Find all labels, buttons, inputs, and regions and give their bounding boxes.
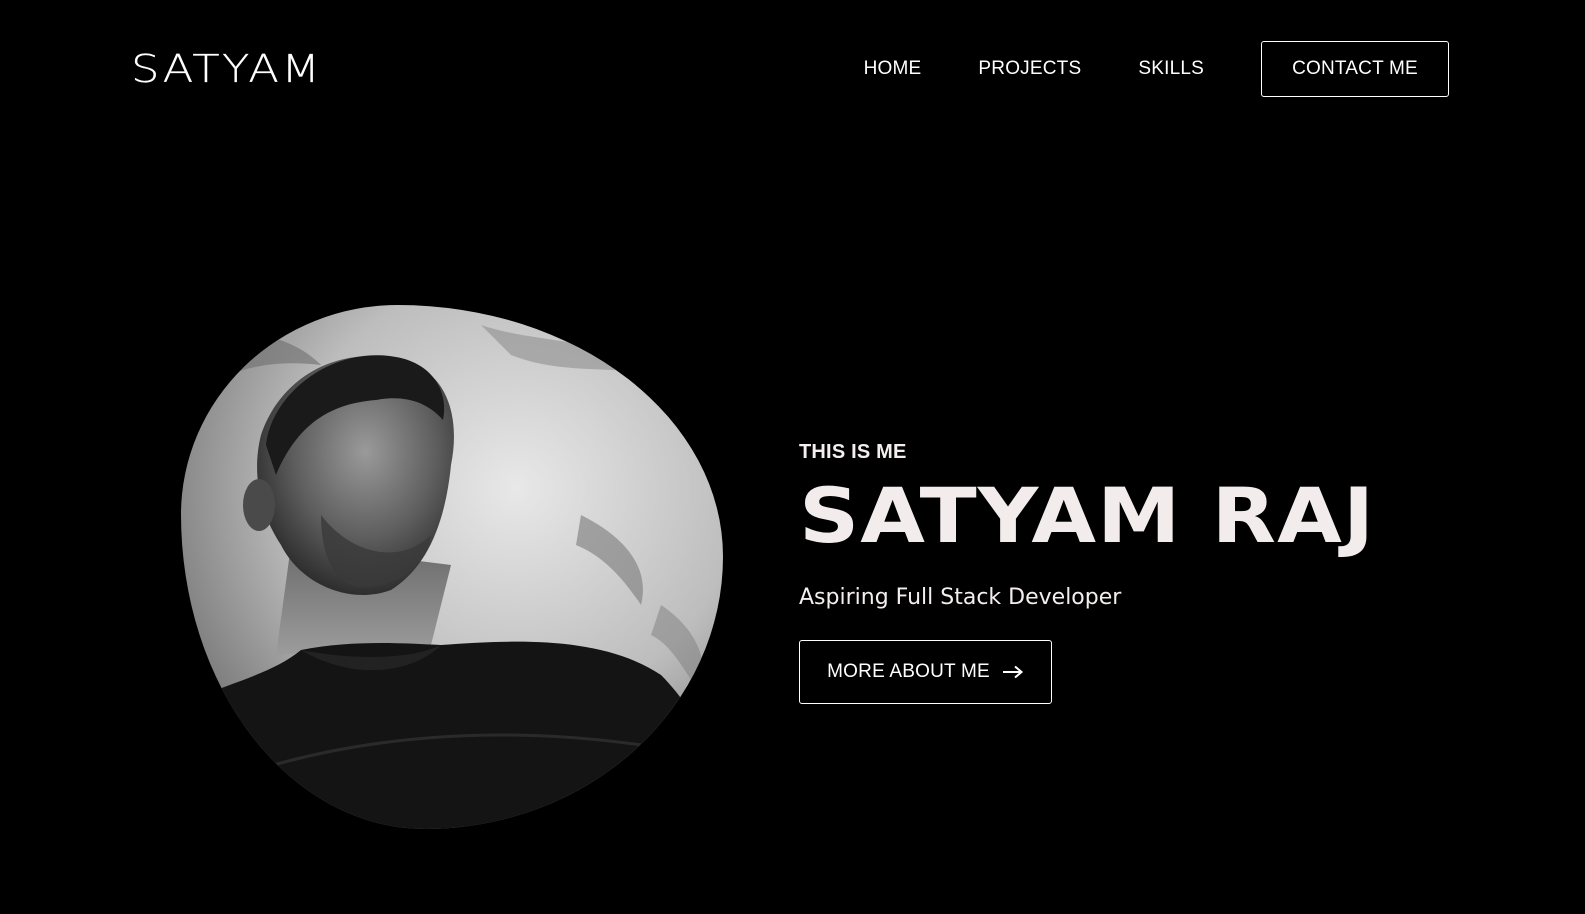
profile-photo-image [181,305,723,829]
nav-link-skills[interactable]: SKILLS [1138,58,1204,80]
profile-photo [181,305,723,829]
more-about-me-label: MORE ABOUT ME [827,661,990,682]
site-logo[interactable]: SATYAM [131,47,322,91]
nav-links: HOME PROJECTS SKILLS CONTACT ME [864,40,1449,98]
hero-section: THIS IS ME SATYAM RAJ Aspiring Full Stac… [799,440,1374,704]
more-about-me-button[interactable]: MORE ABOUT ME [799,640,1052,704]
hero-name: SATYAM RAJ [799,471,1376,560]
contact-me-button[interactable]: CONTACT ME [1261,41,1449,97]
hero-tagline: Aspiring Full Stack Developer [799,585,1122,610]
nav-link-home[interactable]: HOME [864,58,922,80]
top-navigation: SATYAM HOME PROJECTS SKILLS CONTACT ME [0,0,1585,136]
nav-link-projects[interactable]: PROJECTS [978,58,1081,80]
hero-eyebrow: THIS IS ME [799,441,907,463]
arrow-right-icon [1002,665,1024,679]
